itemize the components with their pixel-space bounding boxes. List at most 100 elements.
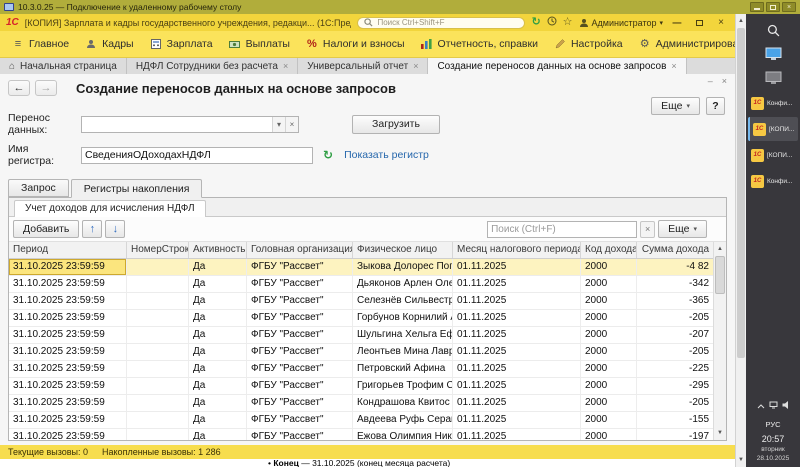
table-cell[interactable]: -365 [637,293,713,309]
taskbar-app-4[interactable]: 1С Конфи... [748,169,798,193]
table-cell[interactable]: 31.10.2025 23:59:59 [9,310,127,326]
history-icon[interactable] [547,16,557,29]
table-row[interactable]: 31.10.2025 23:59:59 Да ФГБУ "Рассвет" Леонт… [9,344,713,361]
column-header[interactable]: Активность [189,242,247,258]
table-cell[interactable]: 31.10.2025 23:59:59 [9,327,127,343]
menu-item-hr[interactable]: Кадры [77,31,141,57]
table-cell[interactable] [127,412,189,428]
table-row[interactable]: 31.10.2025 23:59:59 Да ФГБУ "Рассвет" Петро… [9,361,713,378]
table-cell[interactable]: Да [189,361,247,377]
table-cell[interactable] [127,293,189,309]
table-cell[interactable]: Зыкова Долорес Поп [353,259,453,275]
column-header[interactable]: НомерСтроки [127,242,189,258]
table-cell[interactable] [127,259,189,275]
help-button[interactable]: ? [706,97,725,115]
favorites-star-icon[interactable]: ☆ [563,17,573,28]
column-header[interactable]: Физическое лицо [353,242,453,258]
table-cell[interactable]: Да [189,378,247,394]
table-cell[interactable]: Шульгина Хельга Еф [353,327,453,343]
taskbar-display-button[interactable] [753,43,793,65]
global-search-input[interactable]: Поиск Ctrl+Shift+F [357,16,526,29]
table-cell[interactable]: 31.10.2025 23:59:59 [9,395,127,411]
rdp-scrollbar[interactable]: ▲ ▼ [735,14,746,467]
column-header[interactable]: Месяц налогового периода [453,242,581,258]
table-cell[interactable]: 2000 [581,293,637,309]
menu-item-main[interactable]: ≡ Главное [4,31,77,57]
rdp-maximize-button[interactable] [766,2,780,12]
table-cell[interactable]: -225 [637,361,713,377]
table-cell[interactable] [127,344,189,360]
back-button[interactable]: ← [8,80,30,96]
menu-item-settings[interactable]: Настройка [546,31,631,57]
table-cell[interactable]: Ежова Олимпия Ник [353,429,453,440]
table-row[interactable]: 31.10.2025 23:59:59 Да ФГБУ "Рассвет" Кондр… [9,395,713,412]
app-maximize-button[interactable] [691,16,707,29]
refresh-icon[interactable]: ↻ [323,148,333,162]
menu-item-payments[interactable]: Выплаты [221,31,298,57]
table-cell[interactable]: 01.11.2025 [453,395,581,411]
table-row[interactable]: 31.10.2025 23:59:59 Да ФГБУ "Рассвет" Селез… [9,293,713,310]
show-register-link[interactable]: Показать регистр [344,149,429,161]
tab-query[interactable]: Запрос [8,179,69,197]
table-cell[interactable]: 2000 [581,344,637,360]
table-cell[interactable]: 01.11.2025 [453,429,581,440]
table-cell[interactable]: ФГБУ "Рассвет" [247,395,353,411]
collapse-icon[interactable]: – [708,76,713,86]
tray-expand-icon[interactable] [757,396,765,414]
table-row[interactable]: 31.10.2025 23:59:59 Да ФГБУ "Рассвет" Григо… [9,378,713,395]
column-header[interactable]: Период [9,242,127,258]
table-cell[interactable]: 01.11.2025 [453,327,581,343]
table-cell[interactable]: -197 [637,429,713,440]
table-row[interactable]: 31.10.2025 23:59:59 Да ФГБУ "Рассвет" Дьяко… [9,276,713,293]
table-cell[interactable] [127,327,189,343]
tab-income-register[interactable]: Учет доходов для исчисления НДФЛ [14,200,206,217]
table-cell[interactable]: 31.10.2025 23:59:59 [9,378,127,394]
table-cell[interactable]: -205 [637,344,713,360]
rdp-close-button[interactable]: × [782,2,796,12]
menu-item-administration[interactable]: ⚙ Администрирование [631,31,735,57]
clear-icon[interactable]: × [285,116,298,132]
load-button[interactable]: Загрузить [352,114,440,134]
table-cell[interactable]: 01.11.2025 [453,259,581,275]
table-cell[interactable]: Авдеева Руфь Серап [353,412,453,428]
add-button[interactable]: Добавить [13,220,80,238]
table-cell[interactable]: Кондрашова Квитос [353,395,453,411]
table-cell[interactable]: Да [189,276,247,292]
menu-item-taxes[interactable]: % Налоги и взносы [298,31,413,57]
table-cell[interactable]: 31.10.2025 23:59:59 [9,412,127,428]
table-cell[interactable]: Селезнёв Сильвестр [353,293,453,309]
more-button[interactable]: Еще ▾ [651,97,700,115]
table-search-input[interactable] [488,223,637,235]
table-cell[interactable]: 01.11.2025 [453,276,581,292]
table-cell[interactable]: 31.10.2025 23:59:59 [9,293,127,309]
table-cell[interactable] [127,310,189,326]
column-header[interactable]: Головная организация [247,242,353,258]
scrollbar-thumb[interactable] [715,256,725,294]
column-header[interactable]: Сумма дохода [637,242,713,258]
table-cell[interactable]: 2000 [581,259,637,275]
sync-icon[interactable]: ↻ [531,17,540,28]
table-cell[interactable]: 2000 [581,395,637,411]
chevron-down-icon[interactable]: ▾ [272,116,285,132]
app-minimize-button[interactable]: – [669,14,685,31]
table-scrollbar[interactable]: ▲ ▼ [713,242,726,440]
table-cell[interactable]: 2000 [581,276,637,292]
scroll-up-icon[interactable]: ▲ [736,15,746,27]
scroll-down-icon[interactable]: ▼ [736,454,746,466]
menu-item-salary[interactable]: Зарплата [142,31,221,57]
table-cell[interactable] [127,378,189,394]
tab-registers[interactable]: Регистры накопления [70,179,203,198]
table-cell[interactable]: ФГБУ "Рассвет" [247,293,353,309]
taskbar-clock[interactable]: 20:57 вторник 28.10.2025 [757,434,790,463]
table-cell[interactable]: 31.10.2025 23:59:59 [9,429,127,440]
scroll-down-icon[interactable]: ▼ [714,427,726,439]
tab-data-transfer[interactable]: Создание переносов данных на основе запр… [428,58,687,74]
table-cell[interactable] [127,361,189,377]
table-cell[interactable]: 31.10.2025 23:59:59 [9,276,127,292]
table-cell[interactable] [127,276,189,292]
table-cell[interactable]: 2000 [581,361,637,377]
close-icon[interactable]: × [671,61,676,71]
clear-search-icon[interactable]: × [640,220,656,238]
forward-button[interactable]: → [35,80,57,96]
close-form-icon[interactable]: × [722,76,727,86]
